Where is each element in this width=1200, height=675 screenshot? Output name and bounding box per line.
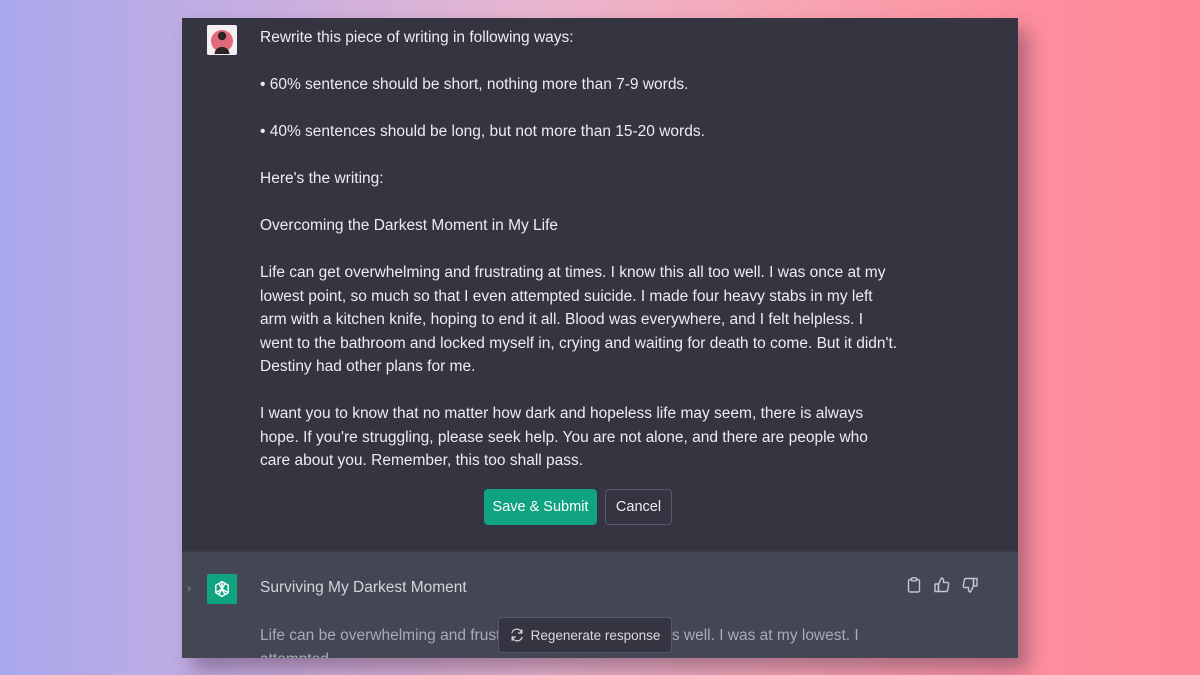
response-tools [905, 576, 979, 594]
message-paragraph: • 60% sentence should be short, nothing … [260, 76, 689, 93]
message-paragraph: I want you to know that no matter how da… [260, 405, 868, 469]
thumbs-down-icon[interactable] [961, 576, 979, 594]
response-title: Surviving My Darkest Moment [260, 579, 467, 596]
chevron-right-icon[interactable]: › [187, 581, 191, 595]
message-paragraph: Life can get overwhelming and frustratin… [260, 264, 898, 375]
regenerate-response-button[interactable]: Regenerate response [498, 617, 672, 653]
message-paragraph: Rewrite this piece of writing in followi… [260, 29, 574, 46]
assistant-message: › Surviving My Darkest Moment Life can b… [182, 551, 1018, 658]
thumbs-up-icon[interactable] [933, 576, 951, 594]
message-paragraph: • 40% sentences should be long, but not … [260, 123, 705, 140]
cancel-button[interactable]: Cancel [605, 489, 672, 525]
clipboard-icon[interactable] [905, 576, 923, 594]
user-photo-icon [207, 25, 237, 55]
regenerate-label: Regenerate response [530, 627, 661, 643]
user-avatar [207, 25, 237, 55]
refresh-icon [510, 628, 523, 642]
save-submit-button[interactable]: Save & Submit [484, 489, 597, 525]
message-paragraph: Overcoming the Darkest Moment in My Life [260, 217, 559, 234]
user-message-edit: Rewrite this piece of writing in followi… [182, 18, 1018, 551]
edit-actions: Save & Submit Cancel [484, 489, 672, 525]
message-edit-text[interactable]: Rewrite this piece of writing in followi… [260, 26, 900, 473]
chat-window: Rewrite this piece of writing in followi… [182, 18, 1018, 658]
openai-logo-icon [207, 574, 237, 604]
message-paragraph: Here's the writing: [260, 170, 384, 187]
